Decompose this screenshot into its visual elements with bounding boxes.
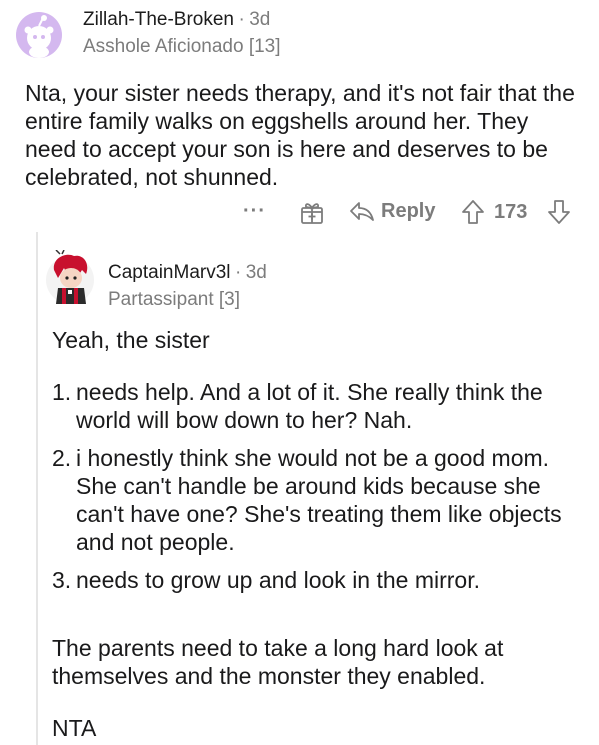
- user-flair: Asshole Aficionado [13]: [83, 36, 281, 57]
- red-hair-avatar[interactable]: [44, 249, 96, 306]
- comment-meta: Zillah-The-Broken · 3d: [83, 9, 270, 31]
- list-item: 1. needs help. And a lot of it. She real…: [52, 378, 562, 434]
- list-item: 3. needs to grow up and look in the mirr…: [52, 566, 562, 594]
- comment-body: Nta, your sister needs therapy, and it's…: [25, 80, 575, 190]
- reply-flair: Partassipant [3]: [108, 289, 241, 310]
- reply-closing: The parents need to take a long hard loo…: [52, 635, 504, 689]
- vote-score: 173: [494, 201, 528, 223]
- reply-timestamp: 3d: [245, 262, 267, 283]
- list-text: i honestly think she would not be a good…: [76, 445, 562, 555]
- list-text: needs to grow up and look in the mirror.: [76, 567, 481, 593]
- list-item: 2. i honestly think she would not be a g…: [52, 444, 562, 556]
- award-icon[interactable]: [299, 199, 325, 230]
- downvote-icon[interactable]: [547, 199, 571, 230]
- list-text: needs help. And a lot of it. She really …: [76, 379, 543, 433]
- reply-list: 1. needs help. And a lot of it. She real…: [52, 378, 562, 604]
- reply-meta: CaptainMarv3l · 3d: [108, 262, 267, 284]
- more-options-button[interactable]: ···: [243, 200, 266, 223]
- list-number: 2.: [52, 445, 72, 471]
- reply-separator: ·: [234, 262, 242, 283]
- reply-arrow-icon: [349, 199, 375, 223]
- timestamp: 3d: [249, 9, 271, 30]
- list-number: 3.: [52, 567, 72, 593]
- reply-verdict: NTA: [52, 715, 97, 741]
- username[interactable]: Zillah-The-Broken: [83, 9, 234, 30]
- reply-label: Reply: [381, 199, 436, 222]
- upvote-icon[interactable]: [461, 199, 485, 230]
- reply-button[interactable]: Reply: [349, 199, 435, 223]
- reply-username[interactable]: CaptainMarv3l: [108, 262, 231, 283]
- snoo-avatar[interactable]: [16, 12, 62, 58]
- thread-line[interactable]: [36, 232, 38, 745]
- separator: ·: [238, 9, 245, 30]
- list-number: 1.: [52, 379, 72, 405]
- reply-intro: Yeah, the sister: [52, 327, 210, 353]
